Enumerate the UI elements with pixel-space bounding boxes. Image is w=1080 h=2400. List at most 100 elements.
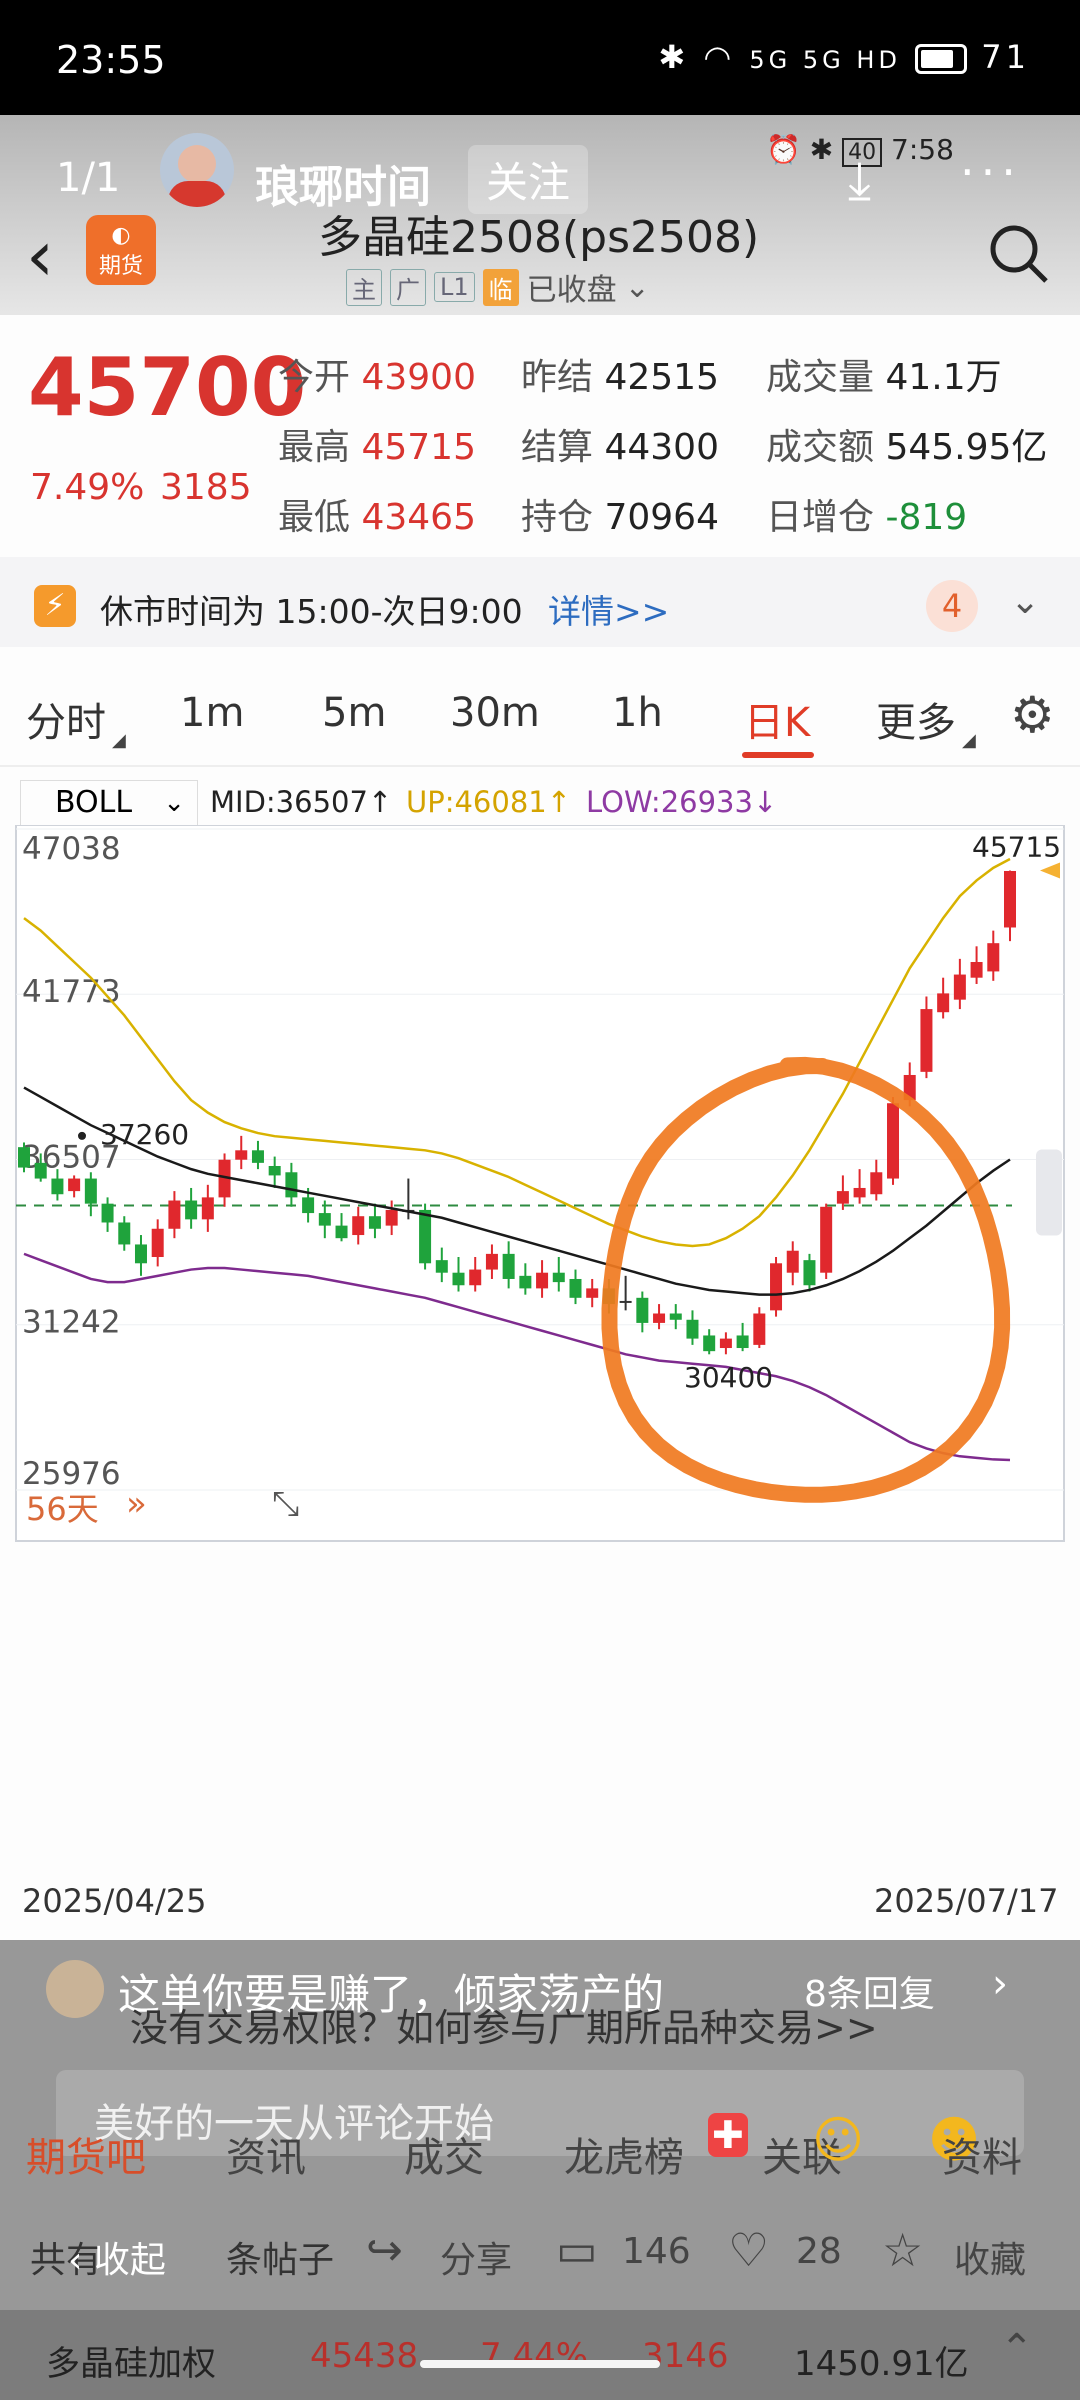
like-count[interactable]: 28	[796, 2231, 842, 2272]
comment-count[interactable]: 146	[622, 2231, 691, 2272]
avatar[interactable]	[160, 133, 234, 207]
y-tick-label: 41773	[22, 974, 121, 1010]
quote-label: 成交量	[766, 357, 875, 398]
page-counter: 1/1	[56, 155, 121, 201]
footer-ticker[interactable]: 多晶硅加权 45438 7.44% 3146 1450.91亿 ⌃	[0, 2310, 1080, 2400]
candlestick-chart[interactable]: 4703841773365073124225976457153040037260…	[0, 825, 1080, 1565]
collapse-label: 收起	[93, 2240, 166, 2281]
commenter-avatar[interactable]	[46, 1960, 104, 2018]
post-count-suffix: 条帖子	[226, 2240, 335, 2281]
candle-body	[686, 1319, 699, 1339]
ticker-change: 3146	[642, 2336, 729, 2376]
indicator-name: BOLL	[55, 785, 133, 820]
candle-body	[937, 993, 950, 1013]
candle-body	[352, 1216, 365, 1236]
candle-body	[669, 1313, 682, 1320]
status-icons: ✱ ◠ 5G 5G HD 71	[658, 38, 1030, 76]
quote-value: 41.1万	[885, 357, 1002, 398]
candle-body	[753, 1313, 766, 1345]
chevron-down-icon[interactable]: ⌄	[1010, 581, 1040, 622]
notice-detail-link[interactable]: 详情>>	[548, 585, 669, 633]
candle-body	[970, 962, 983, 978]
change-pct: 7.49%	[30, 467, 145, 508]
side-drawer-handle	[1036, 1149, 1062, 1236]
download-icon[interactable]: ⤓	[848, 151, 871, 212]
indicator-select[interactable]: BOLL ⌄	[20, 780, 198, 826]
candle-body	[502, 1253, 515, 1279]
collapse-button[interactable]: ‹ 收起	[68, 2231, 166, 2283]
candle-body	[469, 1269, 482, 1286]
badge-level1: L1	[434, 272, 475, 302]
candle-body	[770, 1263, 783, 1311]
tab-trades[interactable]: 成交	[404, 2125, 484, 2183]
fast-forward-icon: »	[126, 1484, 147, 1524]
quote-row: 最低 43465 持仓 70964 日增仓 -819	[278, 483, 1047, 553]
tab-info[interactable]: 资料	[942, 2125, 1022, 2183]
max-price-label: 45715	[972, 831, 1061, 864]
candle-body	[385, 1209, 398, 1226]
more-icon[interactable]: ···	[960, 145, 1022, 199]
tab-futures-bar[interactable]: 期货吧	[26, 2125, 146, 2183]
candle-body	[887, 1103, 900, 1179]
comment-icon[interactable]: ▭	[556, 2225, 598, 2276]
candle-body	[335, 1225, 348, 1239]
timeframe-tabs: 分时 ◢ 1m 5m 30m 1h 日K 更多 ◢ ⚙	[0, 686, 1080, 770]
quote-value: -819	[885, 497, 968, 538]
candle-body	[168, 1200, 181, 1229]
candle-body	[803, 1260, 816, 1286]
network-label: 5G 5G HD	[749, 46, 901, 74]
tab-5m[interactable]: 5m	[322, 690, 386, 736]
ticker-amount: 1450.91亿	[794, 2344, 969, 2384]
logo-text: 期货	[98, 254, 143, 279]
candle-body	[134, 1244, 147, 1264]
chevron-down-icon[interactable]: ⌄	[625, 270, 650, 305]
search-icon[interactable]	[988, 223, 1050, 285]
heart-icon[interactable]: ♡	[728, 2223, 769, 2277]
share-label[interactable]: 分享	[440, 2231, 512, 2283]
candle-body	[268, 1165, 281, 1176]
quote-label: 成交额	[766, 427, 875, 468]
quote-value: 545.95亿	[885, 427, 1048, 468]
tab-1m[interactable]: 1m	[180, 690, 244, 736]
favorite-label[interactable]: 收藏	[954, 2231, 1026, 2283]
lightning-icon: ⚡	[34, 585, 76, 627]
candle-body	[987, 943, 1000, 972]
tab-30m[interactable]: 30m	[450, 690, 540, 736]
quote-label: 昨结	[521, 357, 594, 398]
settings-gear-icon[interactable]: ⚙	[1010, 686, 1055, 744]
candle-body	[368, 1216, 381, 1229]
tab-1h[interactable]: 1h	[612, 690, 663, 736]
tab-dragon-tiger[interactable]: 龙虎榜	[564, 2125, 684, 2183]
share-icon[interactable]: ↪	[366, 2225, 403, 2276]
candle-body	[586, 1288, 599, 1298]
x-start-label: 2025/04/25	[22, 1882, 207, 1920]
tab-more[interactable]: 更多	[876, 690, 956, 748]
contract-title: 多晶硅2508(ps2508)	[318, 212, 760, 263]
tab-intraday[interactable]: 分时	[26, 690, 106, 748]
battery-level: 71	[981, 38, 1030, 76]
promo-link[interactable]: 没有交易权限？如何参与广期所品种交易>>	[130, 1997, 878, 2052]
quote-row: 最高 45715 结算 44300 成交额 545.95亿	[278, 413, 1047, 483]
candle-body	[452, 1272, 465, 1286]
candle-body	[1004, 870, 1016, 928]
home-indicator[interactable]	[420, 2360, 660, 2368]
back-icon[interactable]: ‹	[26, 215, 54, 297]
tab-news[interactable]: 资讯	[226, 2125, 306, 2183]
tab-daily-k[interactable]: 日K	[744, 690, 810, 748]
chevron-up-icon[interactable]: ⌃	[1000, 2326, 1034, 2372]
market-status[interactable]: 已收盘	[527, 265, 617, 309]
corner-triangle-icon: ◢	[112, 730, 126, 751]
candle-body	[285, 1172, 298, 1198]
star-icon[interactable]: ☆	[882, 2223, 923, 2277]
candle-body	[920, 1009, 933, 1072]
candle-body	[870, 1172, 883, 1195]
contract-badges: 主 广 L1 临 已收盘 ⌄	[346, 265, 650, 309]
candle-body	[736, 1335, 749, 1349]
last-price: 45700	[28, 341, 307, 434]
candle-body	[636, 1297, 649, 1323]
divider	[0, 765, 1080, 767]
candle-body	[34, 1162, 47, 1179]
battery-icon	[915, 44, 968, 74]
candle-body	[201, 1197, 214, 1220]
ticker-change-pct: 7.44%	[480, 2336, 589, 2376]
